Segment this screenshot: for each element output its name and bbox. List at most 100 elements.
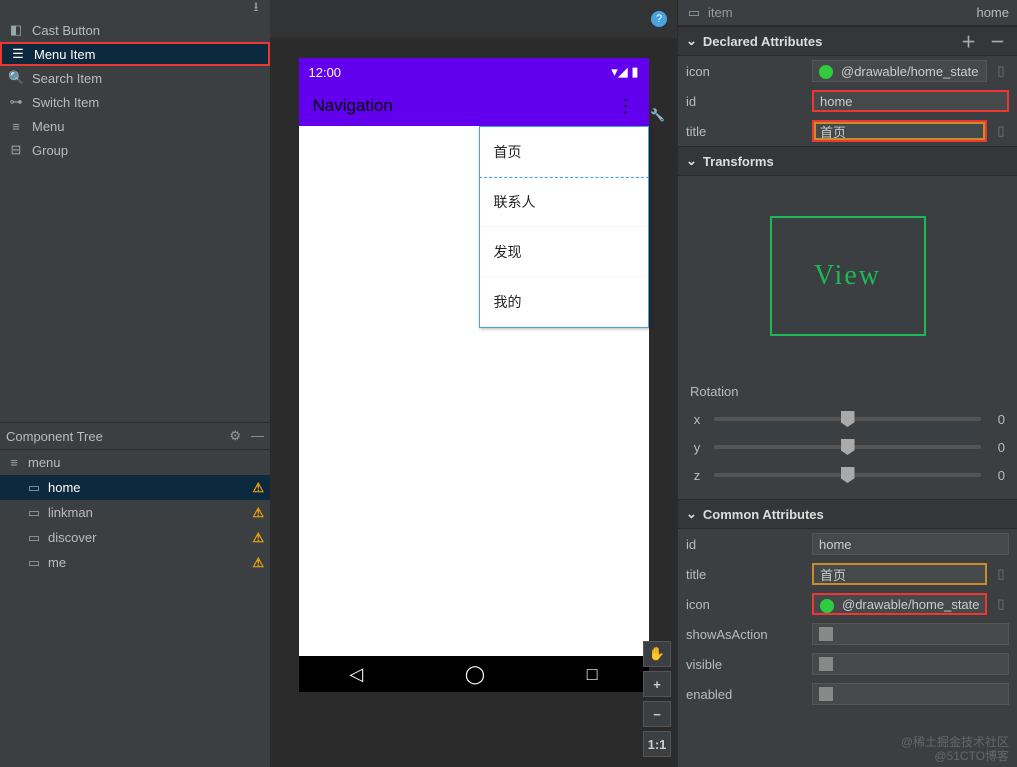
component-tree-title: Component Tree [6,429,103,444]
gear-icon[interactable]: ⚙ [229,428,241,444]
flag-icon [819,687,833,701]
tree-row-root[interactable]: ≡ menu [0,450,270,475]
palette-item-search[interactable]: 🔍 Search Item [0,66,270,90]
element-tag: item [708,5,970,20]
palette-item-cast[interactable]: ◧ Cast Button [0,18,270,42]
attr-row-showas: showAsAction [678,619,1017,649]
menu-option[interactable]: 联系人 [480,177,648,227]
tree-row-item[interactable]: ▭ discover ⚠ [0,525,270,550]
view-preview: View [770,216,926,336]
attr-name: visible [686,657,806,672]
item-icon: ▭ [26,555,42,571]
add-attr-button[interactable]: ＋ [957,31,980,52]
attr-value[interactable] [812,623,1009,645]
attr-value[interactable]: 首页 [812,120,987,142]
tree-label: menu [28,455,61,470]
zoom-fit-button[interactable]: 1:1 [643,731,671,757]
warning-icon: ⚠ [252,530,264,546]
attr-value[interactable]: home [812,533,1009,555]
slider-z[interactable] [714,473,981,477]
app-bar: Navigation ⋮ [299,86,649,126]
attr-value[interactable]: 首页 [812,563,987,585]
axis-value: 0 [991,412,1005,427]
item-icon: ▭ [26,480,42,496]
warning-icon: ⚠ [252,480,264,496]
tree-label: linkman [48,505,93,520]
palette-label: Menu Item [34,47,95,62]
attr-row-enabled: enabled [678,679,1017,709]
palette-item-group[interactable]: ⊟ Group [0,138,270,162]
palette-label: Search Item [32,71,102,86]
design-surface-panel: ? 🔧 12:00 ▾◢ ▮ Navigation ⋮ 首页 联系人 发现 我的 [270,0,677,767]
chevron-down-icon: ⌄ [686,33,697,49]
menu-option[interactable]: 首页 [480,127,648,177]
app-title: Navigation [313,96,393,116]
design-toolbar: ? [270,0,677,38]
attributes-panel: ▭ item home ⌄ Declared Attributes ＋ － ic… [677,0,1017,767]
help-icon[interactable]: ? [651,11,667,27]
component-tree: ≡ menu ▭ home ⚠ ▭ linkman ⚠ ▭ discover ⚠… [0,450,270,767]
tree-row-item[interactable]: ▭ home ⚠ [0,475,270,500]
rotation-label: Rotation [690,384,1005,399]
recent-icon[interactable]: □ [587,664,598,685]
zoom-in-button[interactable]: + [643,671,671,697]
attr-row-id: id home [678,86,1017,116]
slider-x[interactable] [714,417,981,421]
wrench-icon[interactable]: 🔧 [650,108,665,122]
minimize-icon[interactable]: — [251,428,264,444]
section-title: Common Attributes [703,507,1009,522]
attr-row-icon2: icon @drawable/home_state ▯ [678,589,1017,619]
palette-item-menu-item[interactable]: ☰ Menu Item [0,42,270,66]
back-icon[interactable]: ◁ [349,664,363,685]
warning-icon: ⚠ [252,505,264,521]
section-transforms[interactable]: ⌄ Transforms [678,146,1017,176]
design-surface[interactable]: 🔧 12:00 ▾◢ ▮ Navigation ⋮ 首页 联系人 发现 我的 ◁ [270,38,677,767]
group-icon: ⊟ [8,142,24,158]
attr-value[interactable]: home [812,90,1009,112]
section-common[interactable]: ⌄ Common Attributes [678,499,1017,529]
attr-name: showAsAction [686,627,806,642]
palette-label: Menu [32,119,65,134]
palette-item-switch[interactable]: ⊶ Switch Item [0,90,270,114]
drawable-icon [819,65,833,79]
attr-row-icon: icon @drawable/home_state ▯ [678,56,1017,86]
status-bar: 12:00 ▾◢ ▮ [299,58,649,86]
attr-value[interactable] [812,683,1009,705]
attr-value[interactable]: @drawable/home_state [812,60,987,82]
palette-item-menu[interactable]: ≡ Menu [0,114,270,138]
download-icon[interactable]: ⭳ [248,0,264,20]
element-id: home [976,5,1009,20]
axis-label: z [690,468,704,483]
flag-icon [819,627,833,641]
rotation-block: Rotation x 0 y 0 z 0 [678,376,1017,499]
chevron-down-icon: ⌄ [686,153,697,169]
palette-label: Switch Item [32,95,99,110]
menu-option[interactable]: 发现 [480,227,648,277]
tree-row-item[interactable]: ▭ linkman ⚠ [0,500,270,525]
status-icons: ▾◢ ▮ [611,64,638,80]
slider-y[interactable] [714,445,981,449]
attr-name: title [686,124,806,139]
flag-icon [819,657,833,671]
attributes-top: ▭ item home [678,0,1017,26]
attr-value[interactable] [812,653,1009,675]
search-icon: 🔍 [8,70,24,86]
section-declared[interactable]: ⌄ Declared Attributes ＋ － [678,26,1017,56]
drawable-icon [820,599,834,613]
tree-row-item[interactable]: ▭ me ⚠ [0,550,270,575]
attr-row-title: title 首页 ▯ [678,116,1017,146]
zoom-tools: ✋ + − 1:1 [643,641,671,757]
overflow-icon[interactable]: ⋮ [617,96,635,117]
attr-name: title [686,567,806,582]
switch-icon: ⊶ [8,94,24,110]
android-navbar: ◁ ◯ □ [299,656,649,692]
palette-label: Group [32,143,68,158]
menu-option[interactable]: 我的 [480,277,648,327]
attr-value[interactable]: @drawable/home_state [812,593,987,615]
sep-icon: ▯ [993,566,1009,582]
item-icon: ▭ [686,5,702,21]
remove-attr-button[interactable]: － [986,31,1009,52]
home-icon[interactable]: ◯ [465,664,485,685]
pan-button[interactable]: ✋ [643,641,671,667]
zoom-out-button[interactable]: − [643,701,671,727]
